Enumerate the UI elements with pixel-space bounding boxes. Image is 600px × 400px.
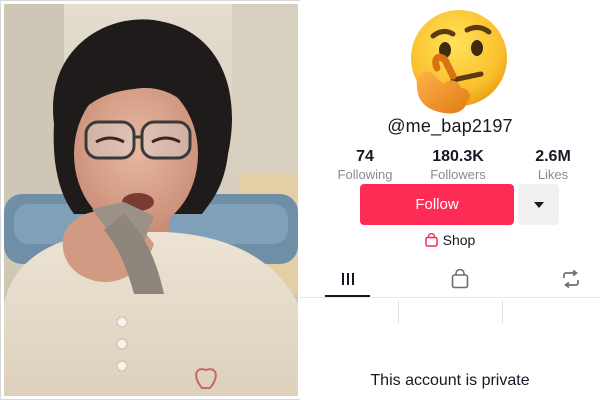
following-count: 74 <box>356 148 374 165</box>
shop-link[interactable]: Shop <box>300 232 600 252</box>
more-options-button[interactable] <box>518 184 559 225</box>
likes-count: 2.6M <box>535 148 571 165</box>
shopping-bag-icon <box>424 233 438 247</box>
videos-grid-icon <box>342 273 354 285</box>
stat-followers[interactable]: 180.3K Followers <box>413 148 503 183</box>
profile-stats: 74 Following 180.3K Followers 2.6M Likes <box>300 148 600 323</box>
shop-label: Shop <box>442 232 476 248</box>
tab-shop[interactable] <box>430 262 490 296</box>
profile-panel: @me_bap2197 74 Following 180.3K Follower… <box>300 0 600 400</box>
shopping-bag-icon <box>451 269 469 289</box>
stat-following[interactable]: 74 Following <box>320 148 410 183</box>
likes-label: Likes <box>537 167 569 182</box>
private-account-message: This account is private <box>370 372 530 389</box>
followers-count: 180.3K <box>432 148 484 165</box>
follow-button[interactable]: Follow <box>360 184 514 225</box>
repost-icon <box>563 270 579 288</box>
stats-divider <box>398 301 399 323</box>
stat-likes[interactable]: 2.6M Likes <box>508 148 598 183</box>
caret-down-icon <box>533 201 544 208</box>
profile-tabs <box>300 262 600 298</box>
tab-videos[interactable] <box>318 262 378 296</box>
tab-reposts[interactable] <box>541 262 600 296</box>
tabs-divider <box>300 297 600 298</box>
followers-label: Followers <box>430 167 486 182</box>
profile-username: @me_bap2197 <box>387 116 513 136</box>
thinking-face-emoji-icon <box>411 10 507 114</box>
person-photo-illustration <box>4 4 298 396</box>
following-label: Following <box>337 167 393 182</box>
stats-divider <box>502 301 503 323</box>
video-thumbnail-photo <box>4 4 298 396</box>
